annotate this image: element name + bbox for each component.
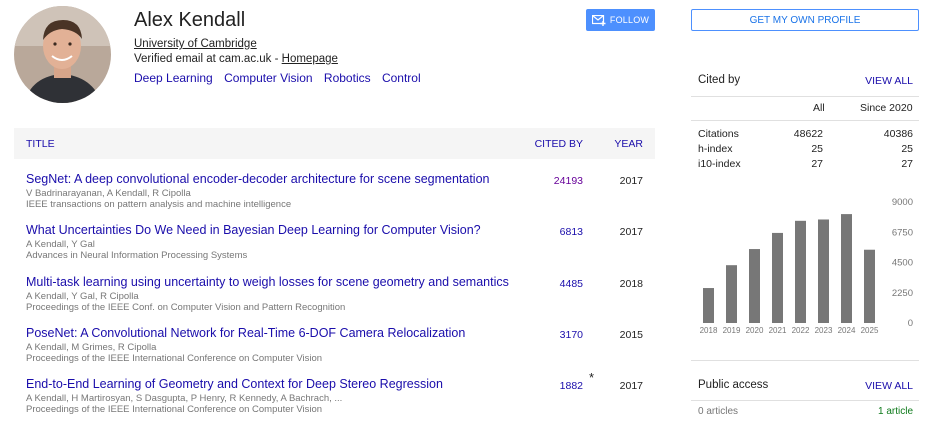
cited-by-count[interactable]: 4485 xyxy=(560,278,583,290)
articles-not-available[interactable]: 0 articles xyxy=(698,406,738,417)
article-title[interactable]: SegNet: A deep convolutional encoder-dec… xyxy=(26,172,490,186)
x-tick-label: 2024 xyxy=(838,326,856,335)
homepage-link[interactable]: Homepage xyxy=(282,53,338,65)
table-row: PoseNet: A Convolutional Network for Rea… xyxy=(14,326,655,374)
citation-bar-2018[interactable] xyxy=(703,288,714,323)
article-venue: Proceedings of the IEEE International Co… xyxy=(26,353,323,364)
article-year: 2017 xyxy=(619,226,643,238)
col-since-header: Since 2020 xyxy=(860,102,913,114)
sort-by-title[interactable]: TITLE xyxy=(26,138,55,150)
article-authors: A Kendall, M Grimes, R Cipolla xyxy=(26,342,157,353)
x-tick-label: 2018 xyxy=(700,326,718,335)
x-tick-label: 2019 xyxy=(723,326,741,335)
interest-link[interactable]: Computer Vision xyxy=(224,71,313,85)
divider xyxy=(691,360,919,361)
cited-by-count[interactable]: 3170 xyxy=(560,329,583,341)
stat-since: 25 xyxy=(901,143,913,155)
profile-name: Alex Kendall xyxy=(134,9,246,31)
divider xyxy=(691,96,919,97)
citation-bar-2022[interactable] xyxy=(795,220,806,323)
article-venue: Advances in Neural Information Processin… xyxy=(26,250,248,261)
avatar xyxy=(14,6,111,103)
article-venue: Proceedings of the IEEE Conf. on Compute… xyxy=(26,302,346,313)
stat-label[interactable]: i10-index xyxy=(698,158,741,170)
y-tick-label: 4500 xyxy=(892,258,913,269)
articles-table-header: TITLE CITED BY YEAR xyxy=(14,128,655,159)
follow-label: FOLLOW xyxy=(609,15,650,25)
stat-since: 27 xyxy=(901,158,913,170)
y-tick-label: 9000 xyxy=(892,197,913,208)
stat-row-i10-index: i10-index 27 27 xyxy=(698,158,913,172)
table-row: SegNet: A deep convolutional encoder-dec… xyxy=(14,172,655,220)
cited-by-title: Cited by xyxy=(698,74,741,86)
merged-citations-star: * xyxy=(588,370,594,385)
stat-label[interactable]: h-index xyxy=(698,143,732,155)
article-authors: A Kendall, Y Gal, R Cipolla xyxy=(26,291,139,302)
article-year: 2017 xyxy=(619,175,643,187)
table-row: End-to-End Learning of Geometry and Cont… xyxy=(14,370,655,422)
x-tick-label: 2021 xyxy=(769,326,787,335)
article-authors: A Kendall, Y Gal xyxy=(26,239,95,250)
citation-bar-2020[interactable] xyxy=(749,249,760,323)
stat-all: 25 xyxy=(811,143,823,155)
y-tick-label: 6750 xyxy=(892,227,913,238)
article-title[interactable]: Multi-task learning using uncertainty to… xyxy=(26,275,509,289)
email-text: Verified email at cam.ac.uk - xyxy=(134,53,282,65)
article-venue: IEEE transactions on pattern analysis an… xyxy=(26,199,292,210)
research-interests: Deep Learning Computer Vision Robotics C… xyxy=(134,71,429,85)
articles-available[interactable]: 1 article xyxy=(878,406,913,417)
article-authors: A Kendall, H Martirosyan, S Dasgupta, P … xyxy=(26,393,343,404)
article-venue: Proceedings of the IEEE International Co… xyxy=(26,404,323,415)
y-tick-label: 0 xyxy=(908,318,913,329)
col-all-header: All xyxy=(813,102,825,114)
table-row: What Uncertainties Do We Need in Bayesia… xyxy=(14,223,655,271)
article-title[interactable]: PoseNet: A Convolutional Network for Rea… xyxy=(26,326,465,340)
interest-link[interactable]: Control xyxy=(382,71,421,85)
article-authors: V Badrinarayanan, A Kendall, R Cipolla xyxy=(26,188,191,199)
citation-bar-2025[interactable] xyxy=(864,249,875,323)
citation-bar-2023[interactable] xyxy=(818,219,829,323)
follow-button[interactable]: FOLLOW xyxy=(586,9,655,31)
public-access-title: Public access xyxy=(698,379,769,391)
verified-email: Verified email at cam.ac.uk - Homepage xyxy=(134,53,338,65)
affiliation-link[interactable]: University of Cambridge xyxy=(134,38,257,50)
stat-all: 27 xyxy=(811,158,823,170)
stat-label[interactable]: Citations xyxy=(698,128,739,140)
interest-link[interactable]: Deep Learning xyxy=(134,71,213,85)
public-access-view-all[interactable]: VIEW ALL xyxy=(865,380,913,392)
cited-by-count[interactable]: 6813 xyxy=(560,226,583,238)
x-tick-label: 2022 xyxy=(792,326,810,335)
stat-since: 40386 xyxy=(883,128,913,140)
table-row: Multi-task learning using uncertainty to… xyxy=(14,275,655,323)
cited-by-count[interactable]: 24193 xyxy=(554,175,583,187)
citation-bar-2024[interactable] xyxy=(841,214,852,323)
cited-by-view-all[interactable]: VIEW ALL xyxy=(865,75,913,87)
stat-all: 48622 xyxy=(793,128,823,140)
article-year: 2015 xyxy=(619,329,643,341)
x-tick-label: 2020 xyxy=(746,326,764,335)
stat-row-citations: Citations 48622 40386 xyxy=(698,128,913,142)
divider xyxy=(691,120,919,121)
sort-by-year[interactable]: YEAR xyxy=(614,138,643,150)
citation-bar-2021[interactable] xyxy=(772,232,783,323)
mail-plus-icon xyxy=(591,14,606,26)
stat-row-h-index: h-index 25 25 xyxy=(698,143,913,157)
divider xyxy=(691,400,919,401)
citations-per-year-chart: 2018 2019 2020 2021 2022 2023 2024 2025 0 2250 450… xyxy=(700,197,913,335)
citation-bar-2019[interactable] xyxy=(726,265,737,323)
get-my-own-profile-button[interactable]: GET MY OWN PROFILE xyxy=(691,9,919,31)
y-tick-label: 2250 xyxy=(892,288,913,299)
x-tick-label: 2025 xyxy=(861,326,879,335)
article-title[interactable]: End-to-End Learning of Geometry and Cont… xyxy=(26,377,443,391)
interest-link[interactable]: Robotics xyxy=(324,71,371,85)
article-year: 2017 xyxy=(619,380,643,392)
cited-by-count[interactable]: 1882 xyxy=(560,380,583,392)
sort-by-cited[interactable]: CITED BY xyxy=(535,138,583,150)
article-title[interactable]: What Uncertainties Do We Need in Bayesia… xyxy=(26,223,481,237)
article-year: 2018 xyxy=(619,278,643,290)
x-tick-label: 2023 xyxy=(815,326,833,335)
